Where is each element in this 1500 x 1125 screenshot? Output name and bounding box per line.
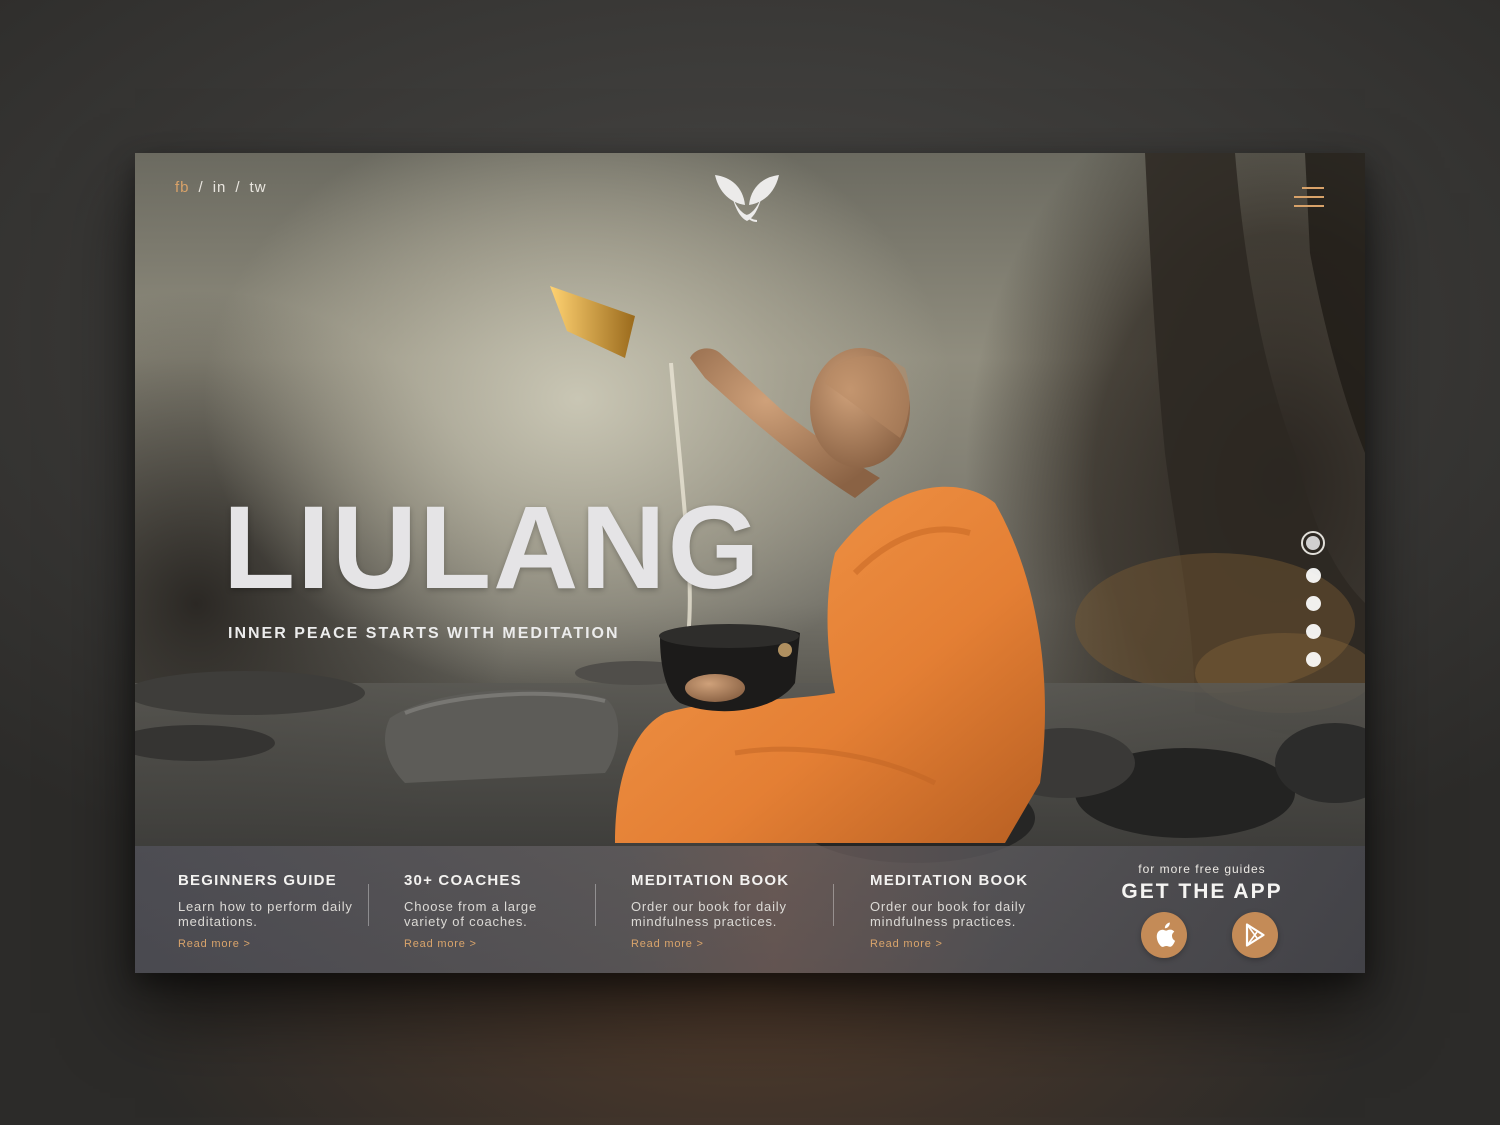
social-separator: / xyxy=(198,179,204,196)
pager-dot-3[interactable] xyxy=(1305,596,1321,611)
card-text: Choose from a large variety of coaches. xyxy=(404,899,537,929)
store-buttons xyxy=(1110,912,1294,958)
divider xyxy=(368,884,369,926)
slide-pager xyxy=(1301,531,1325,667)
card-title: MEDITATION BOOK xyxy=(631,872,790,889)
pager-dot-4[interactable] xyxy=(1305,624,1321,639)
feature-card-coaches: 30+ COACHES Choose from a large variety … xyxy=(404,872,579,950)
read-more-link[interactable]: Read more > xyxy=(870,938,1045,950)
hamburger-menu-icon[interactable] xyxy=(1294,187,1324,207)
read-more-link[interactable]: Read more > xyxy=(404,938,579,950)
pager-dot-1[interactable] xyxy=(1301,531,1325,555)
app-tagline: for more free guides xyxy=(1138,862,1266,876)
social-links: fb / in / tw xyxy=(175,179,267,196)
divider xyxy=(595,884,596,926)
leaf-logo-icon[interactable] xyxy=(709,171,785,225)
read-more-link[interactable]: Read more > xyxy=(631,938,806,950)
website-mockup: fb / in / tw LIULANG INNER PEACE STARTS … xyxy=(135,153,1365,973)
linkedin-link[interactable]: in xyxy=(213,179,227,196)
hero-subtitle: INNER PEACE STARTS WITH MEDITATION xyxy=(228,625,620,642)
feature-card-beginners: BEGINNERS GUIDE Learn how to perform dai… xyxy=(178,872,353,950)
feature-bar: BEGINNERS GUIDE Learn how to perform dai… xyxy=(135,846,1365,973)
twitter-link[interactable]: tw xyxy=(250,179,267,196)
app-title: GET THE APP xyxy=(1121,880,1283,903)
play-store-button[interactable] xyxy=(1232,912,1278,958)
card-title: 30+ COACHES xyxy=(404,872,522,889)
card-title: MEDITATION BOOK xyxy=(870,872,1029,889)
card-text: Learn how to perform daily meditations. xyxy=(178,899,353,929)
apple-store-button[interactable] xyxy=(1141,912,1187,958)
card-text: Order our book for daily mindfulness pra… xyxy=(631,899,787,929)
play-store-icon xyxy=(1245,923,1265,947)
feature-card-book-2: MEDITATION BOOK Order our book for daily… xyxy=(870,872,1045,950)
pager-dot-2[interactable] xyxy=(1305,568,1321,583)
get-app-section: for more free guides GET THE APP xyxy=(1110,862,1294,958)
card-text: Order our book for daily mindfulness pra… xyxy=(870,899,1026,929)
read-more-link[interactable]: Read more > xyxy=(178,938,353,950)
feature-card-book: MEDITATION BOOK Order our book for daily… xyxy=(631,872,806,950)
social-separator: / xyxy=(235,179,241,196)
facebook-link[interactable]: fb xyxy=(175,179,190,196)
card-title: BEGINNERS GUIDE xyxy=(178,872,337,889)
divider xyxy=(833,884,834,926)
pager-dot-5[interactable] xyxy=(1305,652,1321,667)
apple-icon xyxy=(1156,922,1176,947)
hero-title: LIULANG xyxy=(223,482,762,614)
